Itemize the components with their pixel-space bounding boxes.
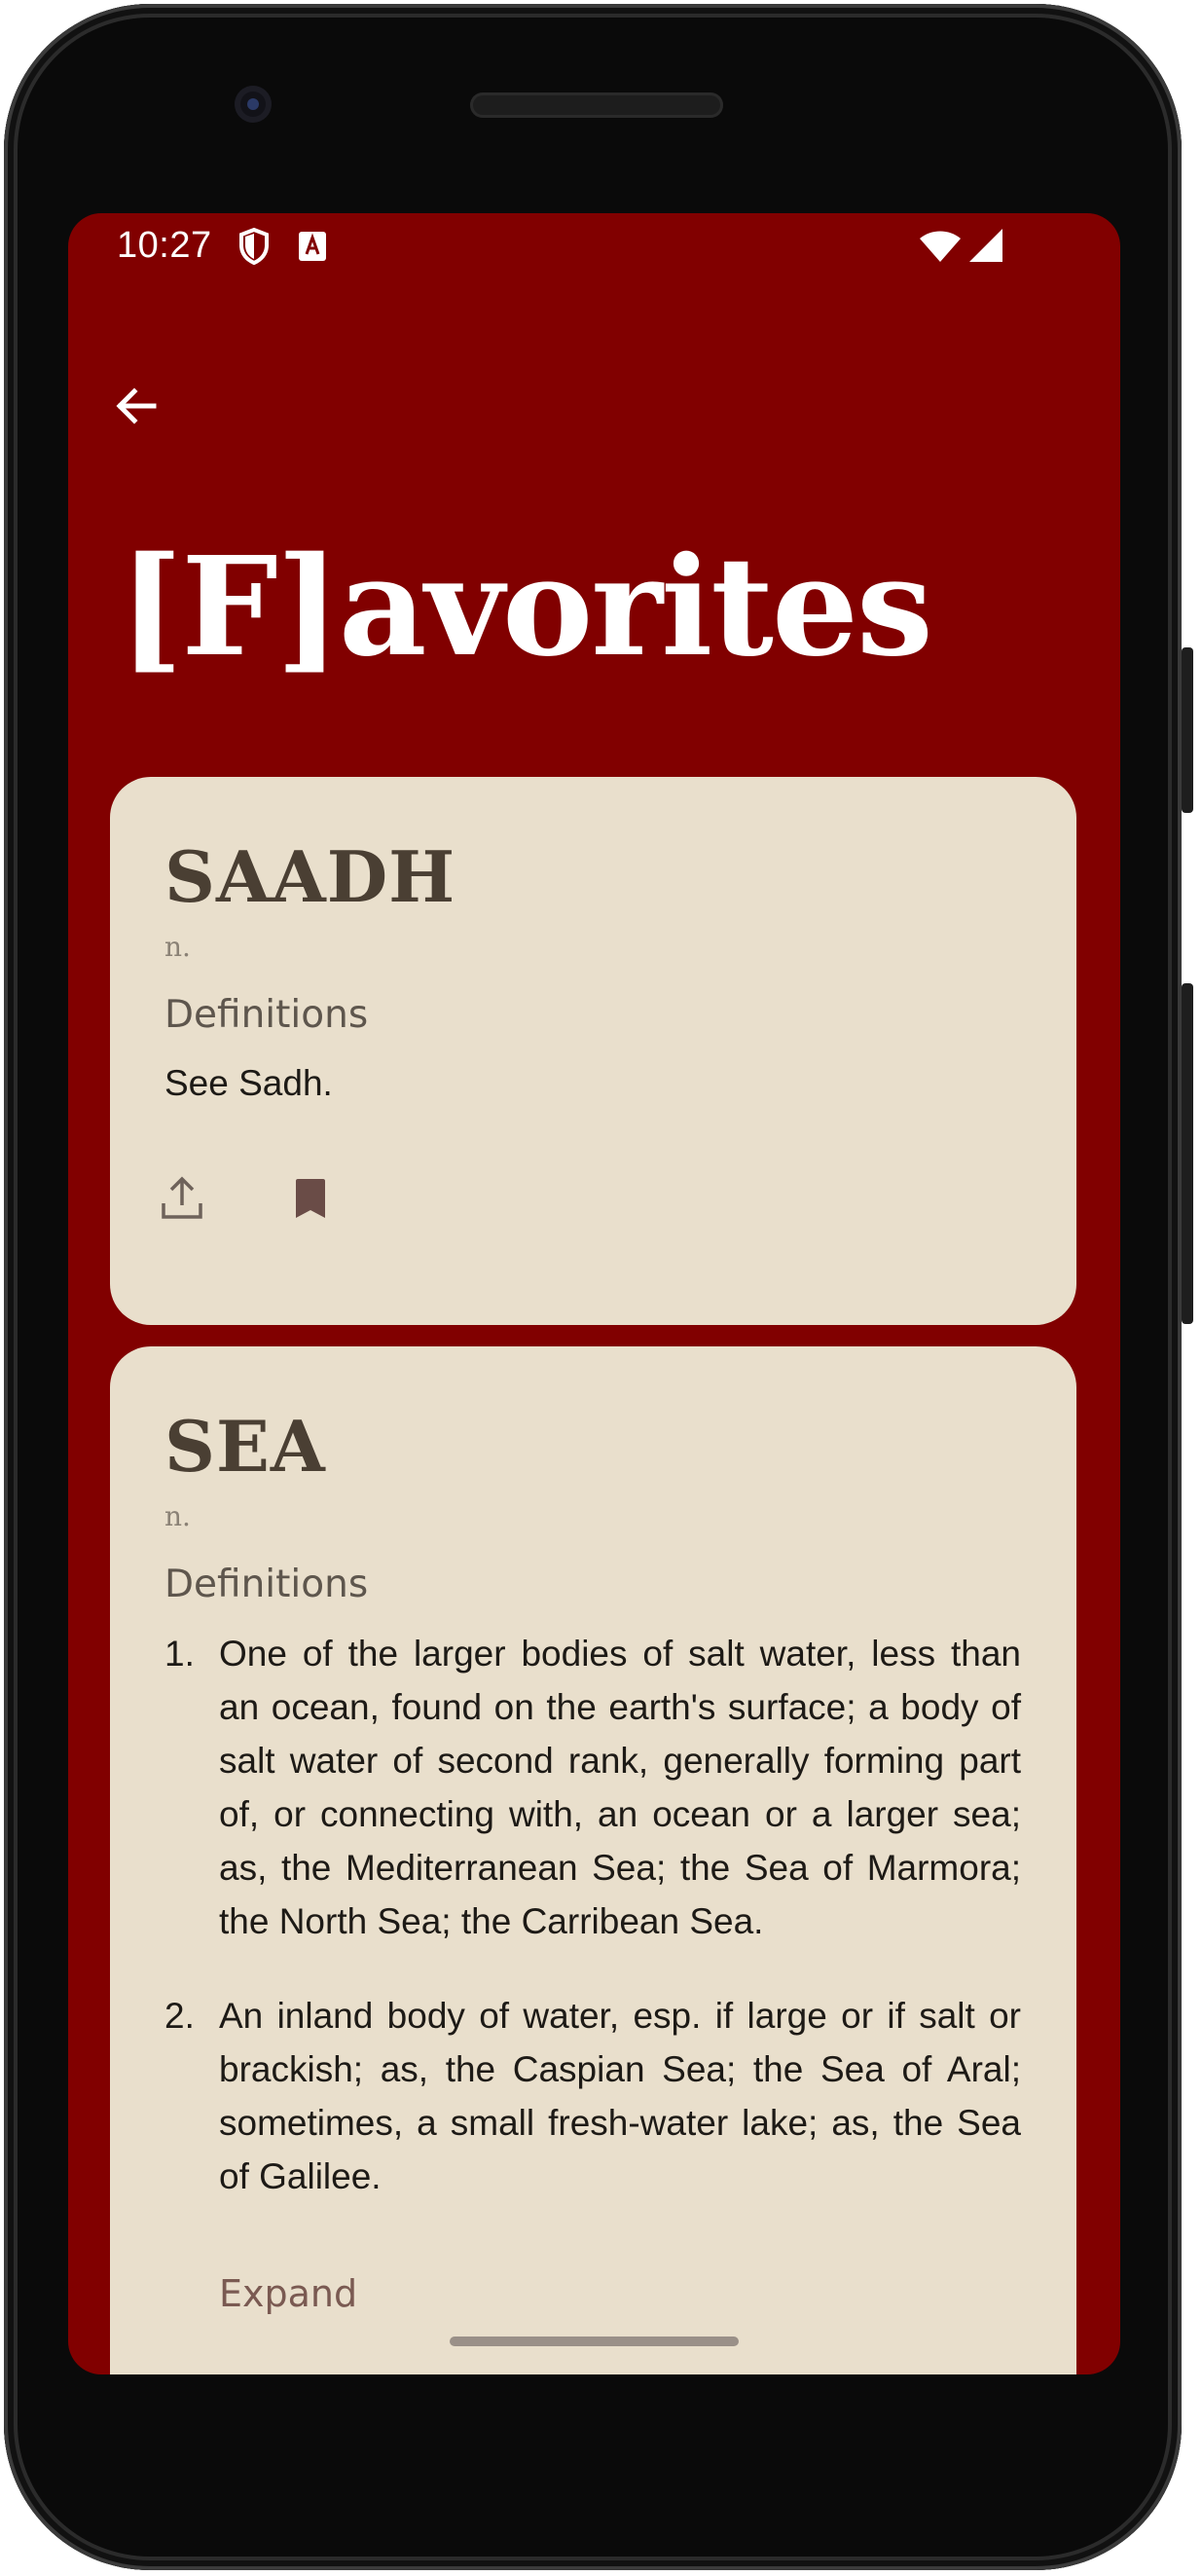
definition-number: 1. [164, 1634, 195, 1674]
favorite-card[interactable]: SEA n. Definitions 1. One of the larger … [110, 1346, 1076, 2374]
share-icon [161, 1176, 203, 1226]
bookmark-icon [294, 1178, 327, 1224]
wifi-icon [919, 229, 962, 269]
definition-item: 1. One of the larger bodies of salt wate… [164, 1627, 1021, 1948]
definition-text: One of the larger bodies of salt water, … [219, 1634, 1021, 1941]
phone-device: 10:27 [F]avorites SAADH n. Definitions S… [0, 0, 1202, 2576]
status-bar: 10:27 [68, 213, 1120, 281]
volume-button [1182, 983, 1193, 1324]
front-camera [235, 86, 272, 123]
expand-button[interactable]: Expand [219, 2272, 357, 2315]
definition-text: An inland body of water, esp. if large o… [219, 1996, 1021, 2196]
power-button [1182, 647, 1193, 813]
share-button[interactable] [153, 1171, 211, 1230]
gesture-nav-handle[interactable] [450, 2337, 739, 2346]
definitions-list: 1. One of the larger bodies of salt wate… [164, 1627, 1021, 2244]
favorite-card[interactable]: SAADH n. Definitions See Sadh. [110, 777, 1076, 1325]
shield-icon [237, 227, 271, 271]
definitions-heading: Definitions [164, 993, 369, 1037]
earpiece-speaker [470, 92, 723, 118]
part-of-speech: n. [164, 1500, 191, 1532]
arrow-back-icon [113, 383, 160, 434]
definition-number: 2. [164, 1996, 195, 2036]
signal-icon [967, 229, 1004, 269]
keyboard-a-icon [298, 231, 327, 267]
status-time: 10:27 [117, 225, 212, 266]
definitions-heading: Definitions [164, 1563, 369, 1606]
word-title: SEA [164, 1405, 326, 1488]
part-of-speech: n. [164, 931, 191, 963]
page-title: [F]avorites [119, 528, 933, 687]
app-screen: 10:27 [F]avorites SAADH n. Definitions S… [68, 213, 1120, 2374]
definition-item: 2. An inland body of water, esp. if larg… [164, 1989, 1021, 2203]
bookmark-button[interactable] [281, 1171, 340, 1230]
word-title: SAADH [164, 835, 456, 918]
back-button[interactable] [105, 377, 167, 439]
definition-text: See Sadh. [164, 1063, 333, 1103]
